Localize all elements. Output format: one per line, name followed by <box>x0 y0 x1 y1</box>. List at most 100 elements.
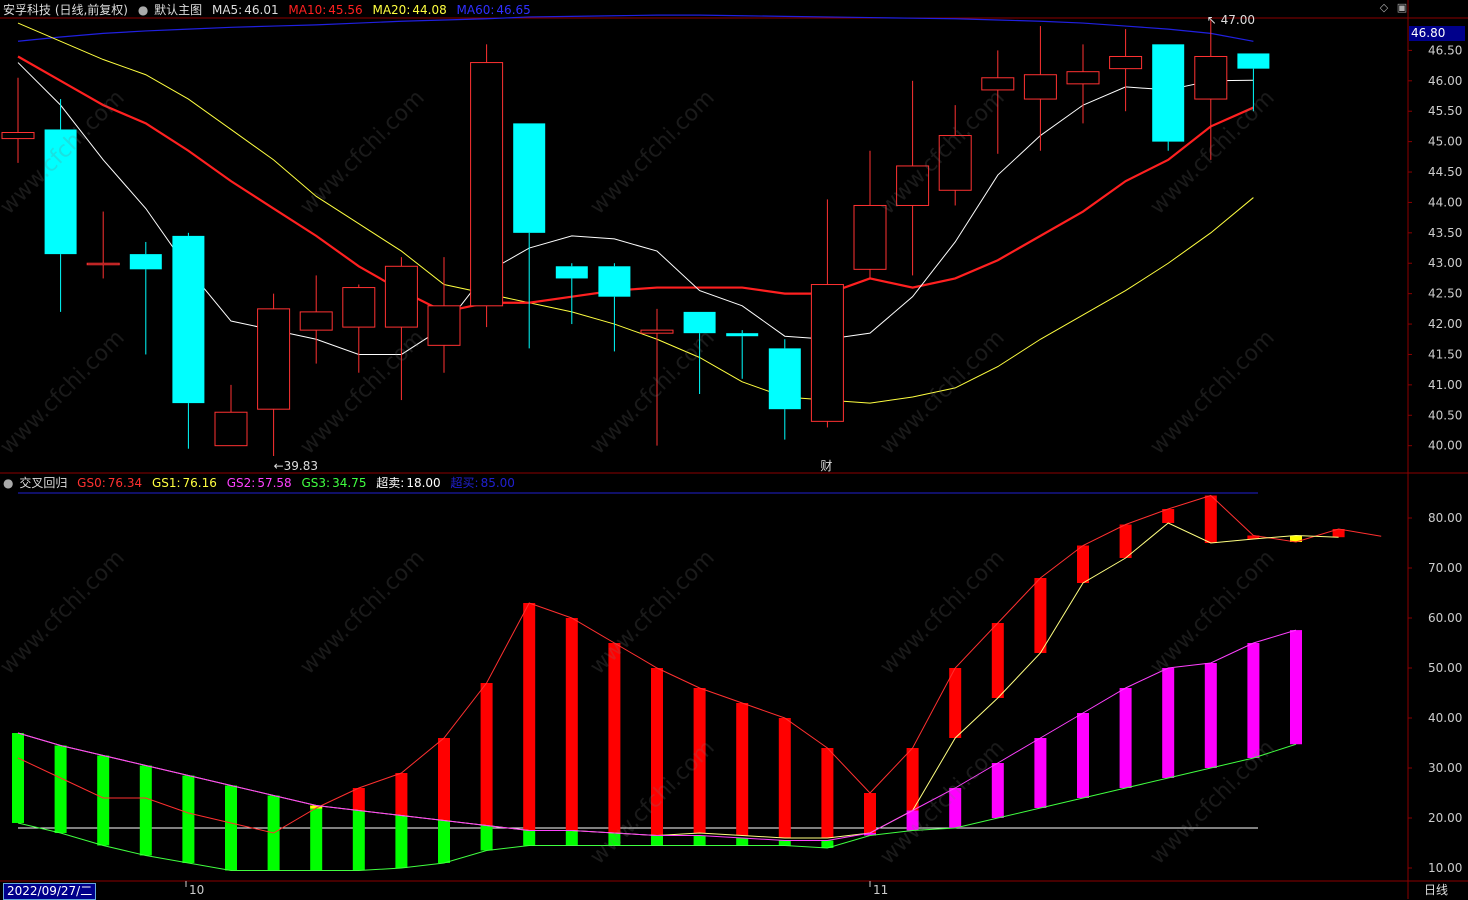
indicator-tick-label: 80.00 <box>1428 511 1462 525</box>
candle-body <box>726 333 759 337</box>
indicator-axis: 10.00 20.00 30.00 40.00 50.00 60.00 70.00 80.00 <box>1408 511 1462 875</box>
candle <box>598 263 631 352</box>
candle <box>1109 29 1143 112</box>
gs-bar <box>352 810 365 871</box>
candle-body <box>299 311 333 331</box>
chart-frame: 10 11 <box>0 0 1468 899</box>
price-axis: 40.00 40.50 41.00 41.50 42.00 42.50 43.00 43.50… <box>1408 43 1462 453</box>
gs-bar <box>395 773 408 816</box>
candle-body <box>384 265 418 328</box>
gs-bar <box>651 668 663 836</box>
gs-bar <box>1204 495 1217 543</box>
gs-bar <box>1077 713 1089 798</box>
price-tick-label: 40.50 <box>1428 408 1462 422</box>
indicator-name[interactable]: 交叉回归 <box>19 476 67 490</box>
price-tick-label: 44.00 <box>1428 195 1462 209</box>
gs-bar <box>182 775 195 863</box>
candle-body <box>214 411 248 447</box>
oversold-value: 18.00 <box>406 476 441 490</box>
candle <box>810 199 844 428</box>
current-price-badge: 46.80 <box>1409 26 1465 41</box>
ma10-label: MA10: 45.56 <box>288 3 363 17</box>
price-tick-label: 42.00 <box>1428 317 1462 331</box>
candle-body <box>768 348 801 410</box>
price-tick-label: 43.00 <box>1428 256 1462 270</box>
candle-body <box>640 329 674 334</box>
template-selector[interactable]: 默认主图 <box>154 3 202 17</box>
low-marker: ←39.83 <box>274 459 318 473</box>
gs-bar <box>480 683 493 826</box>
indicator-panel[interactable] <box>12 492 1382 871</box>
candle <box>172 232 205 449</box>
candle-body <box>427 305 461 346</box>
candle-body <box>86 262 120 266</box>
indicator-tick-label: 40.00 <box>1428 711 1462 725</box>
main-price-panel[interactable]: ↖ 47.00 ←39.83 财 <box>1 13 1270 473</box>
candle <box>129 241 162 355</box>
indicator-tick-label: 60.00 <box>1428 611 1462 625</box>
ma5-label: MA5: 46.01 <box>211 3 279 17</box>
ma-line-ma60 <box>17 14 1254 42</box>
high-marker: ↖ 47.00 <box>1207 13 1255 27</box>
gs-bar <box>1119 688 1132 788</box>
gs-bar <box>1077 545 1089 583</box>
candle-body <box>598 266 631 297</box>
candle <box>470 44 504 328</box>
candle <box>896 80 930 276</box>
gs-bar <box>991 763 1004 818</box>
ma60-value: 46.65 <box>496 3 531 17</box>
ma10-value: 45.56 <box>328 3 363 17</box>
gs-bar <box>12 733 24 823</box>
gs-bar <box>565 830 578 846</box>
box-icon[interactable]: ▣ <box>1396 2 1408 14</box>
period-selector[interactable]: 日线 <box>1424 883 1448 898</box>
gs-bar <box>608 643 621 833</box>
candle-body <box>1 132 35 140</box>
candle <box>86 211 120 279</box>
candle <box>299 275 333 364</box>
gs1-label: GS1: 76.16 <box>151 476 217 490</box>
indicator-tick-label: 20.00 <box>1428 811 1462 825</box>
candle-body <box>555 266 588 279</box>
candle <box>1194 20 1228 160</box>
candle-body <box>172 235 205 404</box>
gs-bar <box>608 833 621 846</box>
month-label-nov: 11 <box>873 883 888 897</box>
price-tick-label: 40.00 <box>1428 439 1462 453</box>
gs3-value: 34.75 <box>332 476 367 490</box>
circle-icon[interactable]: ● <box>3 476 13 490</box>
gs-bar <box>523 603 536 831</box>
gs-bar <box>906 810 919 831</box>
ma60-label: MA60: 46.65 <box>456 3 531 17</box>
candle-body <box>1152 44 1185 142</box>
gs-bar <box>736 838 749 846</box>
gs-bar <box>225 785 237 871</box>
gs3-label: GS3: 34.75 <box>301 476 367 490</box>
price-tick-label: 41.00 <box>1428 378 1462 392</box>
gs-bar <box>1290 630 1302 745</box>
candle-body <box>257 308 291 410</box>
gs-bar <box>1162 509 1175 523</box>
chart-canvas[interactable]: 10 11 ↖ 47.00 ←39.83 财 40.00 40.50 41.00 41.50… <box>0 0 1468 899</box>
indicator-tick-label: 10.00 <box>1428 861 1462 875</box>
gs-bar <box>821 748 834 838</box>
month-label-oct: 10 <box>189 883 204 897</box>
gs-bar <box>1247 643 1260 758</box>
candle-body <box>129 254 162 270</box>
indicator-tick-label: 70.00 <box>1428 561 1462 575</box>
gs2-label: GS2: 57.58 <box>226 476 292 490</box>
stock-title[interactable]: 安孚科技 (日线,前复权) <box>3 3 128 17</box>
ma20-value: 44.08 <box>412 3 447 17</box>
candle <box>853 150 887 279</box>
gs-bar <box>949 668 962 738</box>
price-tick-label: 46.50 <box>1428 43 1462 57</box>
gs-bar <box>1034 578 1047 653</box>
candle-body <box>938 135 972 191</box>
diamond-icon[interactable]: ◇ <box>1378 2 1390 14</box>
gs-bar <box>97 755 110 846</box>
candle <box>1066 44 1100 124</box>
price-tick-label: 44.50 <box>1428 165 1462 179</box>
gs-bar <box>565 618 578 831</box>
candle-body <box>1109 55 1143 70</box>
circle-icon[interactable]: ● <box>138 3 148 17</box>
